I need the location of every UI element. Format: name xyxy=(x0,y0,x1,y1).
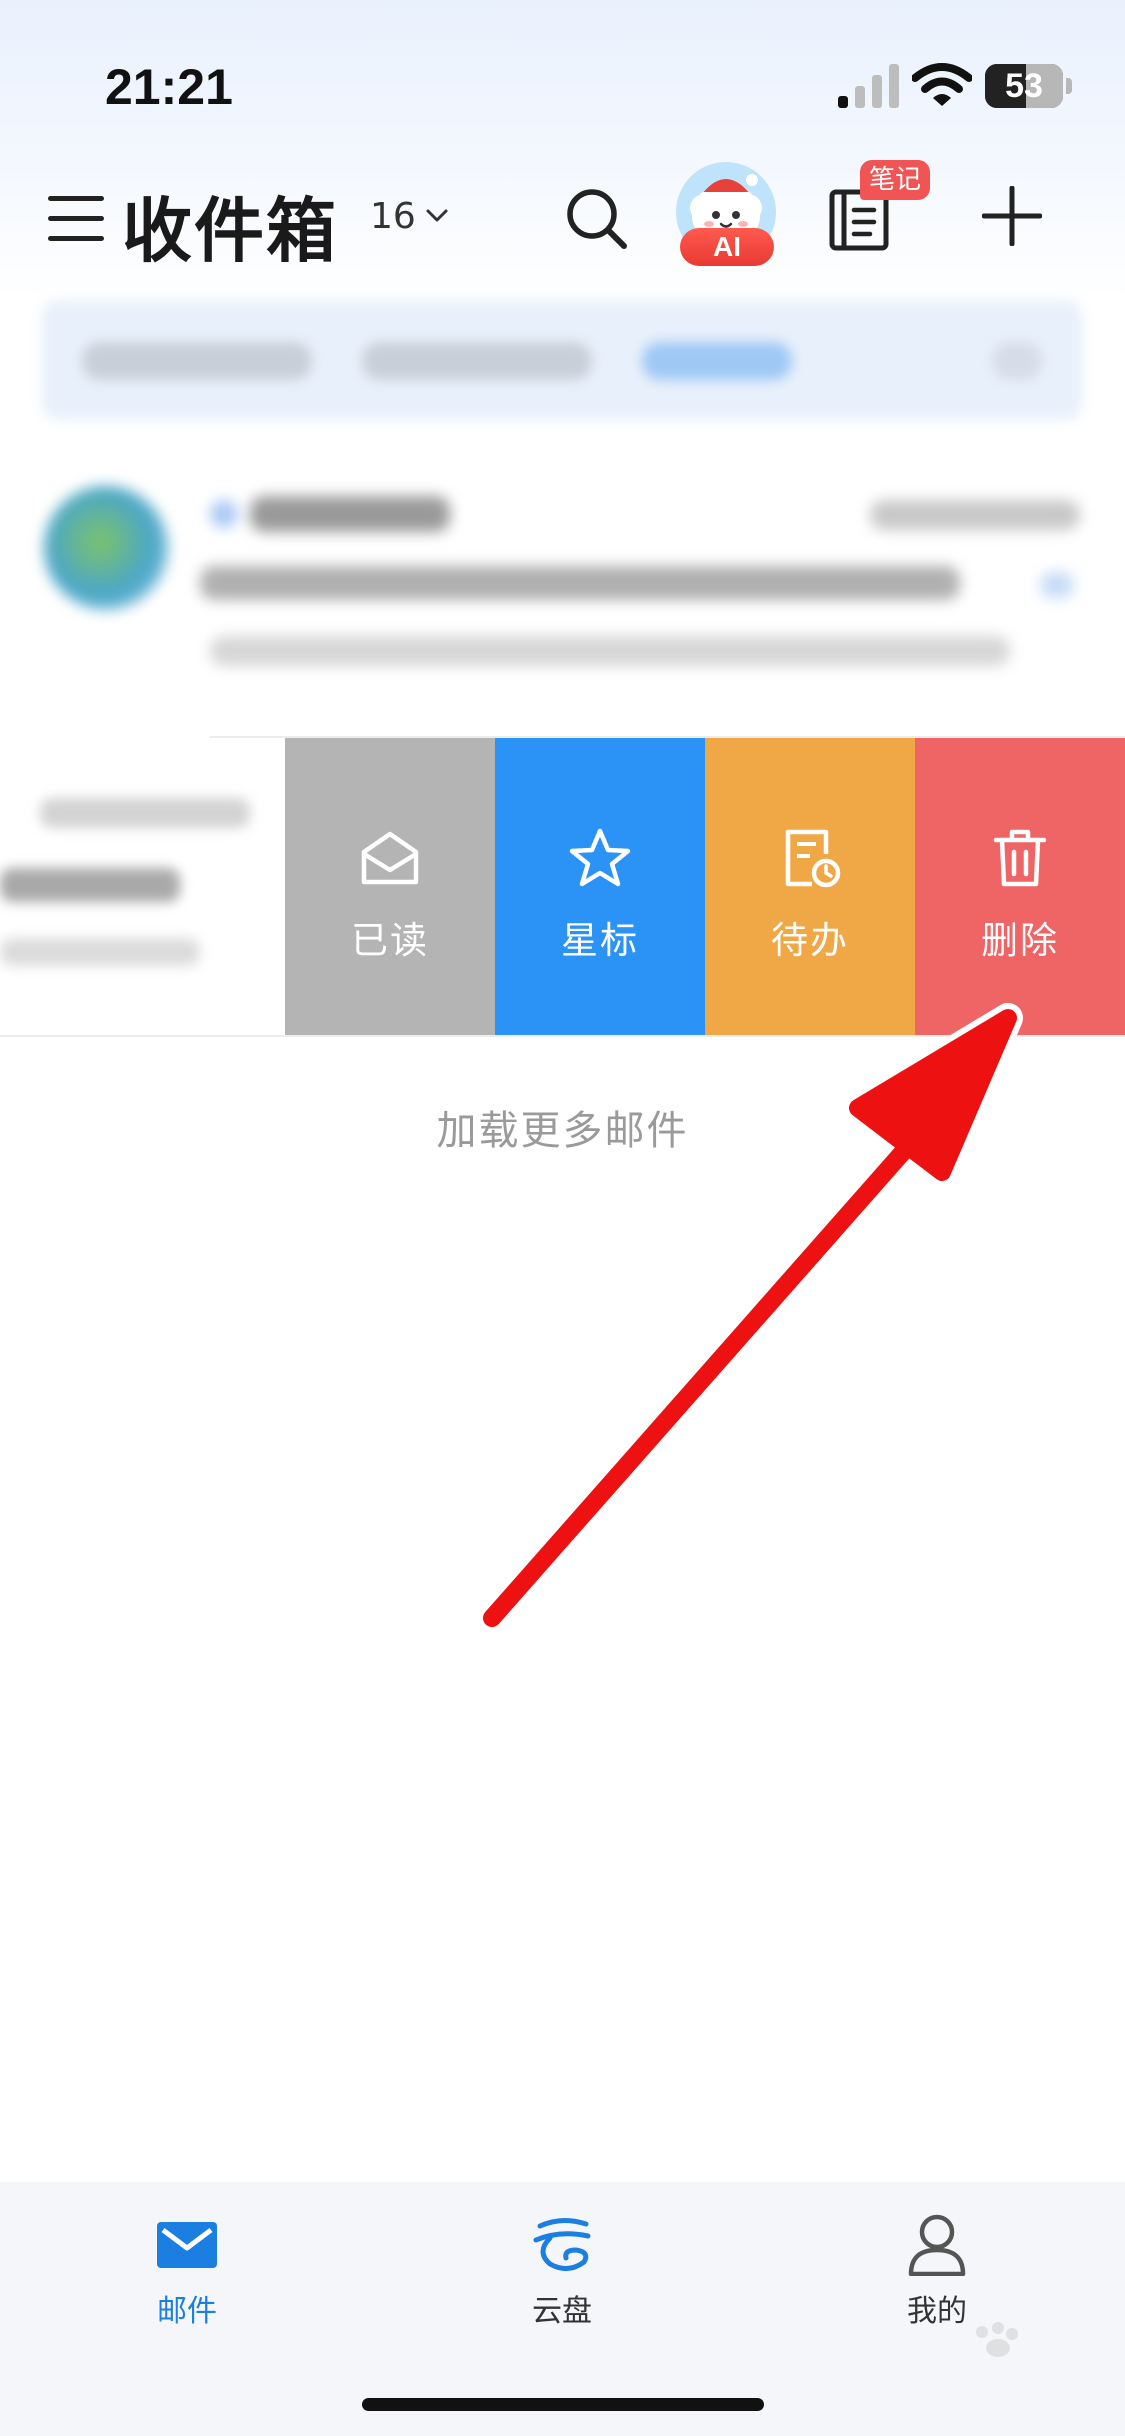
page-title[interactable]: 收件箱 xyxy=(122,175,338,276)
todo-clock-icon xyxy=(785,829,841,888)
home-indicator xyxy=(362,2398,764,2411)
cellular-signal-icon xyxy=(838,64,899,108)
todo-button[interactable]: 待办 xyxy=(705,738,915,1035)
email-row-blurred[interactable] xyxy=(0,450,1125,730)
filter-chip-blurred xyxy=(992,342,1042,380)
trash-icon xyxy=(993,829,1047,887)
battery-level: 53 xyxy=(1005,67,1043,105)
todo-label: 待办 xyxy=(771,919,849,962)
swiped-email-content-blurred[interactable] xyxy=(0,738,285,1035)
blurred-text xyxy=(870,500,1080,530)
tab-mail-label: 邮件 xyxy=(157,2294,217,2329)
blurred-text xyxy=(40,798,250,828)
baidu-watermark-logo xyxy=(862,2318,1092,2388)
chevron-down-icon[interactable] xyxy=(424,202,450,228)
delete-label: 删除 xyxy=(981,919,1059,962)
envelope-open-icon xyxy=(361,831,419,885)
blurred-text xyxy=(1040,572,1074,598)
star-icon xyxy=(569,828,631,887)
add-icon[interactable] xyxy=(982,186,1042,246)
notes-badge: 笔记 xyxy=(860,160,930,200)
search-icon[interactable] xyxy=(562,184,630,252)
mark-read-button[interactable]: 已读 xyxy=(285,738,495,1035)
battery-tip xyxy=(1066,78,1072,94)
tab-mail[interactable]: 邮件 xyxy=(87,2212,287,2332)
status-time: 21:21 xyxy=(105,59,233,115)
blurred-text xyxy=(0,868,180,902)
blurred-text xyxy=(250,496,450,532)
blurred-text xyxy=(0,938,200,966)
tab-me[interactable]: 我的 xyxy=(837,2212,1037,2332)
ai-badge[interactable]: AI xyxy=(680,228,774,266)
blurred-text xyxy=(210,500,238,528)
delete-button[interactable]: 删除 xyxy=(915,738,1125,1035)
mark-read-label: 已读 xyxy=(351,919,429,962)
paw-icon xyxy=(976,2322,1018,2357)
sender-avatar xyxy=(44,486,168,610)
blurred-text xyxy=(200,566,960,600)
battery-icon: 53 xyxy=(985,64,1063,108)
star-button[interactable]: 星标 xyxy=(495,738,705,1035)
unread-count[interactable]: 16 xyxy=(370,196,416,237)
filter-chip-blurred xyxy=(642,342,792,380)
tab-cloud-label: 云盘 xyxy=(532,2294,592,2329)
filter-chip-blurred xyxy=(362,342,592,380)
blurred-text xyxy=(210,636,1010,666)
load-more-link[interactable]: 加载更多邮件 xyxy=(0,1098,1125,1156)
filter-bar-blurred[interactable] xyxy=(42,300,1082,420)
status-bar: 21:21 53 xyxy=(0,0,1125,160)
menu-icon[interactable] xyxy=(48,192,106,244)
cloud-icon xyxy=(533,2218,591,2271)
person-icon xyxy=(908,2214,966,2276)
tab-cloud[interactable]: 云盘 xyxy=(462,2212,662,2332)
mail-icon xyxy=(157,2222,217,2268)
filter-chip-blurred xyxy=(82,342,312,380)
row-divider xyxy=(0,1035,1125,1037)
star-label: 星标 xyxy=(561,919,639,962)
wifi-icon xyxy=(912,63,972,106)
